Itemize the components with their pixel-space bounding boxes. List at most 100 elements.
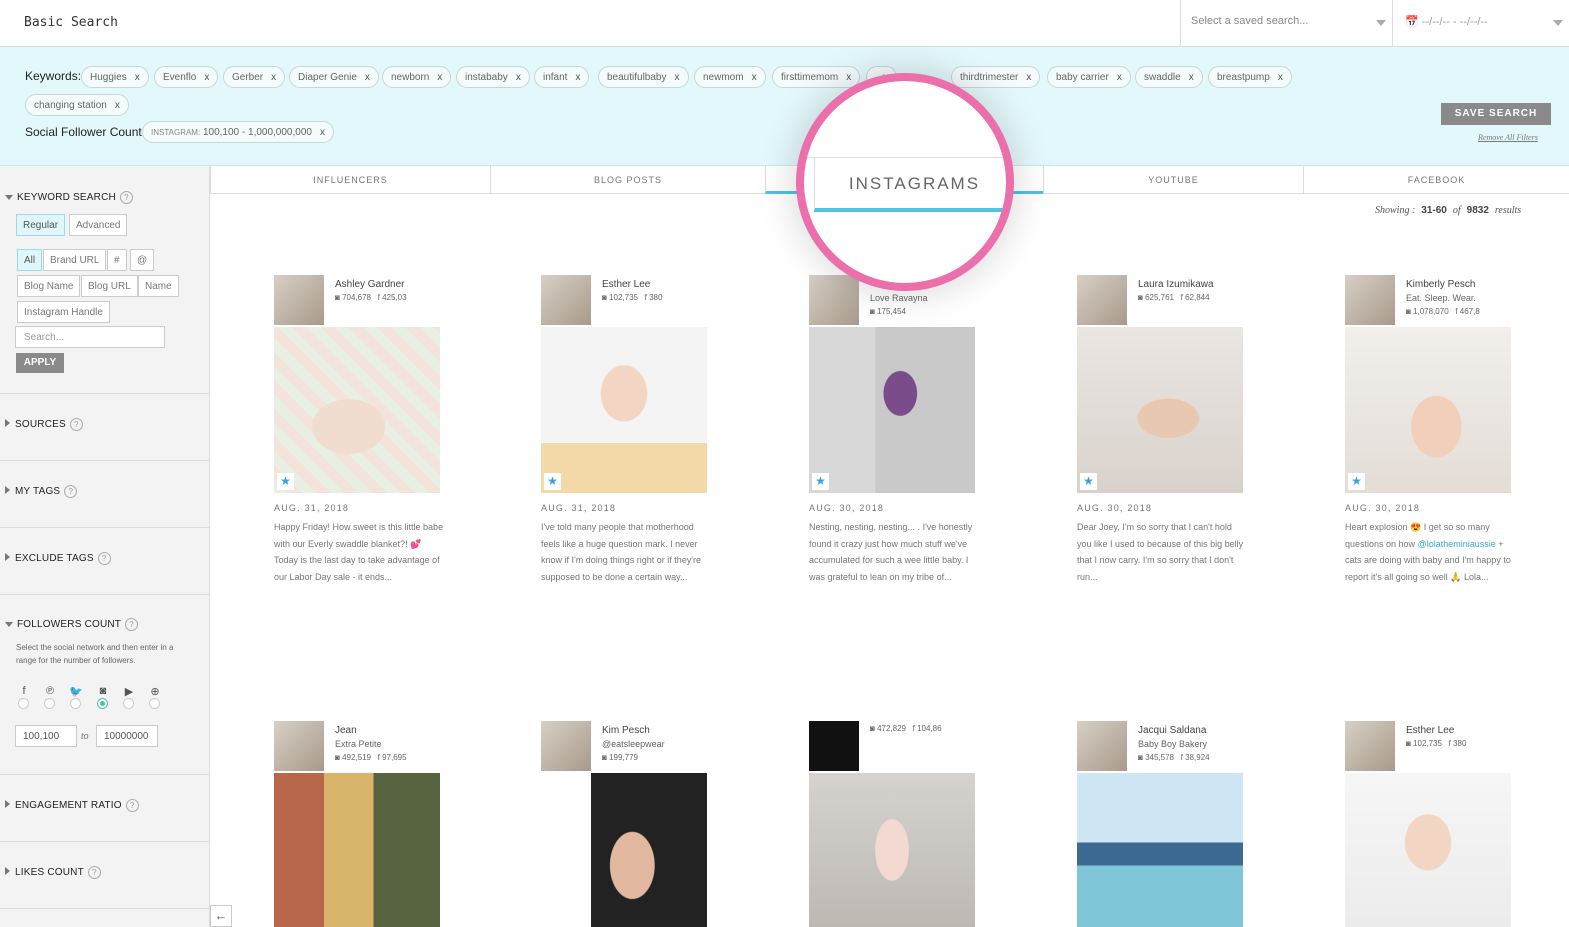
keyword-search-header[interactable]: KEYWORD SEARCH? xyxy=(5,191,133,204)
author-name[interactable]: Esther Lee xyxy=(1406,725,1454,736)
close-icon[interactable]: x xyxy=(675,72,680,83)
avatar[interactable] xyxy=(541,275,591,325)
close-icon[interactable]: x xyxy=(1278,72,1283,83)
network-radio[interactable] xyxy=(44,698,55,709)
network-radio[interactable] xyxy=(123,698,134,709)
avatar[interactable] xyxy=(541,721,591,771)
help-icon[interactable]: ? xyxy=(97,552,111,565)
likes-count-section[interactable]: LIKES COUNT? xyxy=(0,842,209,909)
help-icon[interactable]: ? xyxy=(87,866,101,879)
network-radio[interactable] xyxy=(18,698,29,709)
keyword-chip[interactable]: baby carrier x xyxy=(1047,66,1131,88)
close-icon[interactable]: x xyxy=(846,72,851,83)
keyword-chip[interactable]: changing station x xyxy=(25,94,129,116)
exclude-tags-header[interactable]: EXCLUDE TAGS? xyxy=(5,552,111,565)
close-icon[interactable]: x xyxy=(115,100,120,111)
date-range-picker[interactable]: 📅 --/--/-- - --/--/-- xyxy=(1392,0,1569,47)
close-icon[interactable]: x xyxy=(516,72,521,83)
keyword-chip[interactable]: firsttimemom x xyxy=(772,66,861,88)
star-icon[interactable]: ★ xyxy=(277,473,294,490)
close-icon[interactable]: x xyxy=(1117,72,1122,83)
save-search-button[interactable]: SAVE SEARCH xyxy=(1441,103,1551,125)
post-card[interactable]: Ashley Gardner ◙ 704,678 f 425,03 ★ AUG. 31… xyxy=(274,275,443,605)
mode-regular-button[interactable]: Regular xyxy=(16,214,66,236)
help-icon[interactable]: ? xyxy=(69,418,83,431)
sources-section[interactable]: SOURCES? xyxy=(0,394,209,461)
network-radio[interactable] xyxy=(149,698,160,709)
keyword-chip[interactable]: Huggies x xyxy=(81,66,149,88)
field-instagram-handle-button[interactable]: Instagram Handle xyxy=(17,301,110,323)
author-name[interactable]: Jacqui Saldana xyxy=(1138,725,1206,736)
field-blog-url-button[interactable]: Blog URL xyxy=(81,275,138,297)
remove-all-filters-link[interactable]: Remove All Filters xyxy=(1478,133,1538,142)
post-image[interactable]: ★ xyxy=(541,327,707,493)
help-icon[interactable]: ? xyxy=(125,799,139,812)
close-icon[interactable]: x xyxy=(752,72,757,83)
post-card[interactable]: ◙ 472,829 f 104,86 xyxy=(809,721,975,927)
post-card[interactable]: Love Ravayna ◙ 175,454 ★ AUG. 30, 2018 Nesti… xyxy=(809,275,975,605)
sources-header[interactable]: SOURCES? xyxy=(5,418,83,431)
engagement-ratio-header[interactable]: ENGAGEMENT RATIO? xyxy=(5,799,139,812)
author-name[interactable]: Laura Izumikawa xyxy=(1138,279,1214,290)
avatar[interactable] xyxy=(1345,721,1395,771)
star-icon[interactable]: ★ xyxy=(812,473,829,490)
author-name[interactable]: Jean xyxy=(335,725,357,736)
followers-min-input[interactable]: 100,100 xyxy=(15,725,77,747)
followers-max-input[interactable]: 10000000 xyxy=(96,725,158,747)
exclude-tags-section[interactable]: EXCLUDE TAGS? xyxy=(0,528,209,595)
help-icon[interactable]: ? xyxy=(125,618,139,631)
author-name[interactable]: Ashley Gardner xyxy=(335,279,404,290)
close-icon[interactable]: x xyxy=(365,72,370,83)
avatar[interactable] xyxy=(274,721,324,771)
keyword-chip[interactable]: breastpump x xyxy=(1208,66,1292,88)
follower-count-chip[interactable]: INSTAGRAM: 100,100 - 1,000,000,000 x xyxy=(142,121,334,143)
tab-influencers[interactable]: INFLUENCERS xyxy=(210,166,490,194)
tab-youtube[interactable]: YOUTUBE xyxy=(1043,166,1303,194)
tab-facebook[interactable]: FACEBOOK xyxy=(1303,166,1569,194)
post-image[interactable] xyxy=(1345,773,1511,927)
keyword-chip[interactable]: swaddle x xyxy=(1135,66,1203,88)
field-brand-url-button[interactable]: Brand URL xyxy=(43,249,107,271)
avatar[interactable] xyxy=(809,275,859,325)
close-icon[interactable]: x xyxy=(437,72,442,83)
keyword-chip[interactable]: thirdtrimester x xyxy=(951,66,1041,88)
network-radio[interactable] xyxy=(97,698,108,709)
close-icon[interactable]: x xyxy=(575,72,580,83)
close-icon[interactable]: x xyxy=(135,72,140,83)
star-icon[interactable]: ★ xyxy=(544,473,561,490)
tab-blog-posts[interactable]: BLOG POSTS xyxy=(490,166,765,194)
post-image[interactable] xyxy=(274,773,440,927)
apply-button[interactable]: APPLY xyxy=(16,353,64,373)
post-card[interactable]: Laura Izumikawa ◙ 625,761 f 62,844 ★ AUG. 3… xyxy=(1077,275,1243,605)
post-image[interactable]: ★ xyxy=(1345,327,1511,493)
likes-count-header[interactable]: LIKES COUNT? xyxy=(5,866,101,879)
followers-count-header[interactable]: FOLLOWERS COUNT? xyxy=(5,618,139,631)
avatar[interactable] xyxy=(274,275,324,325)
keyword-chip[interactable]: infant x xyxy=(534,66,590,88)
post-card[interactable]: Jacqui Saldana Baby Boy Bakery ◙ 345,578 f… xyxy=(1077,721,1243,927)
field-hashtag-button[interactable]: # xyxy=(107,249,127,271)
engagement-ratio-section[interactable]: ENGAGEMENT RATIO? xyxy=(0,775,209,842)
keyword-chip[interactable]: newborn x xyxy=(382,66,452,88)
avatar[interactable] xyxy=(1345,275,1395,325)
close-icon[interactable]: x xyxy=(1189,72,1194,83)
keyword-chip[interactable]: newmom x xyxy=(694,66,766,88)
close-icon[interactable]: x xyxy=(271,72,276,83)
avatar[interactable] xyxy=(809,721,859,771)
keyword-chip[interactable]: beautifulbaby x xyxy=(598,66,689,88)
field-all-button[interactable]: All xyxy=(17,249,43,271)
keyword-chip[interactable]: instababy x xyxy=(456,66,530,88)
field-mention-button[interactable]: @ xyxy=(130,249,155,271)
my-tags-header[interactable]: MY TAGS? xyxy=(5,485,78,498)
avatar[interactable] xyxy=(1077,721,1127,771)
post-image[interactable]: ★ xyxy=(274,327,440,493)
close-icon[interactable]: x xyxy=(1026,72,1031,83)
help-icon[interactable]: ? xyxy=(64,485,78,498)
field-name-button[interactable]: Name xyxy=(138,275,179,297)
post-image[interactable]: ★ xyxy=(1077,327,1243,493)
post-card[interactable]: Esther Lee ◙ 102,735 f 380 xyxy=(1345,721,1511,927)
saved-search-select[interactable]: Select a saved search... xyxy=(1180,0,1392,47)
post-image[interactable] xyxy=(809,773,975,927)
post-card[interactable]: Jean Extra Petite ◙ 492,519 f 97,695 xyxy=(274,721,440,927)
keyword-chip[interactable]: Gerber x xyxy=(223,66,286,88)
